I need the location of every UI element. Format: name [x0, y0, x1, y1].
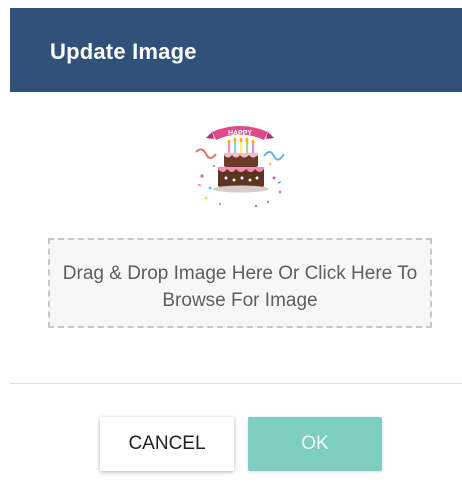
cancel-button[interactable]: CANCEL — [100, 417, 234, 471]
ok-button[interactable]: OK — [248, 417, 382, 471]
image-dropzone[interactable]: Drag & Drop Image Here Or Click Here To … — [48, 238, 432, 328]
dialog-title: Update Image — [50, 39, 197, 64]
banner-text: HAPPY — [228, 130, 252, 137]
update-image-dialog: Update Image HAPPY Drag & Drop Image Her… — [0, 0, 462, 498]
footer-divider — [10, 383, 462, 384]
image-preview: HAPPY — [190, 118, 290, 210]
birthday-cake-image: HAPPY — [195, 126, 285, 208]
dialog-header: Update Image — [10, 8, 462, 92]
dropzone-instructions: Drag & Drop Image Here Or Click Here To … — [62, 263, 418, 311]
